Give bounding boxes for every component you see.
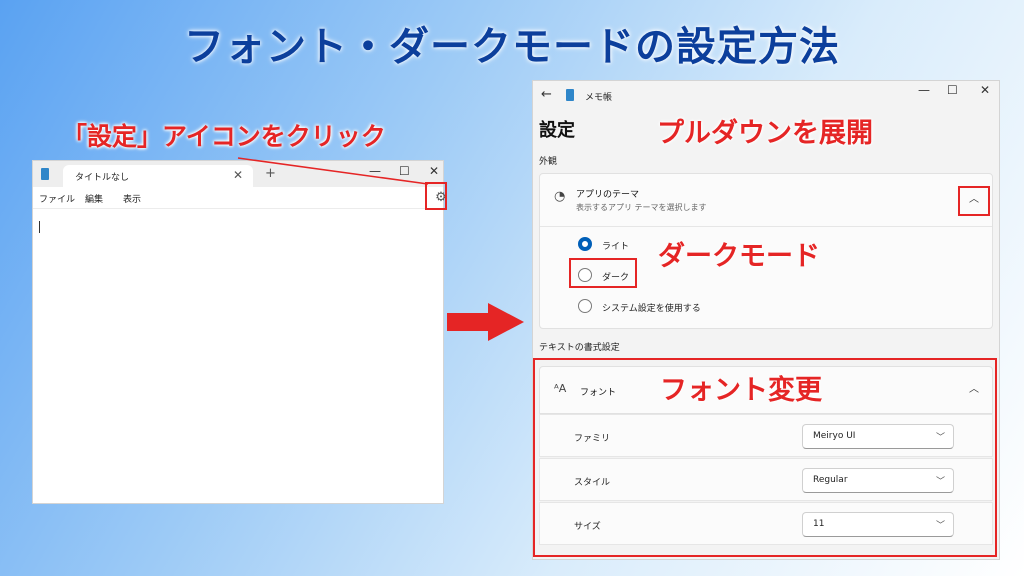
notepad-window: タイトルなし ✕ + — ☐ ✕ ファイル 編集 表示 ⚙ [32,160,447,504]
app-theme-title: アプリのテーマ [576,190,640,200]
notepad-titlebar: タイトルなし ✕ + — ☐ ✕ [33,161,443,187]
notepad-tab[interactable]: タイトルなし ✕ [63,165,253,187]
annotation-dark-mode: ダークモード [658,241,820,272]
radio-light[interactable] [578,237,592,251]
minimize-button[interactable]: — [369,164,381,178]
section-text-format: テキストの書式設定 [539,343,620,353]
palette-icon: ◔ [554,189,566,204]
arrow-right-body [447,313,489,331]
annotation-font-change: フォント変更 [660,375,822,406]
notepad-app-icon [566,89,574,101]
radio-light-label: ライト [602,242,630,252]
annotation-click-settings: 「設定」アイコンをクリック [62,122,386,151]
annotation-expand-dropdown: プルダウンを展開 [657,118,873,149]
notepad-app-icon [41,168,49,180]
tab-close-icon[interactable]: ✕ [233,168,243,182]
highlight-theme-chevron [958,186,990,216]
maximize-button[interactable]: ☐ [399,164,410,178]
back-icon[interactable]: ← [541,87,552,102]
settings-heading: 設定 [539,120,575,141]
menu-file[interactable]: ファイル [39,192,75,205]
radio-system[interactable] [578,299,592,313]
menu-view[interactable]: 表示 [123,192,141,205]
section-appearance: 外観 [539,157,558,167]
highlight-gear [425,182,447,210]
highlight-dark-option [569,258,637,288]
close-button[interactable]: ✕ [429,164,439,178]
maximize-button[interactable]: ☐ [947,83,958,97]
notepad-menubar: ファイル 編集 表示 [33,187,443,209]
settings-app-title: メモ帳 [585,93,613,103]
text-caret [39,221,40,233]
app-theme-subtitle: 表示するアプリ テーマを選択します [576,203,707,212]
page-title: フォント・ダークモードの設定方法 [184,24,840,70]
new-tab-icon[interactable]: + [265,166,276,181]
menu-edit[interactable]: 編集 [85,192,103,205]
minimize-button[interactable]: — [918,83,930,97]
notepad-tab-title: タイトルなし [75,173,130,183]
divider [540,226,992,227]
close-button[interactable]: ✕ [980,83,990,97]
arrow-right-icon [488,303,524,341]
radio-system-label: システム設定を使用する [602,304,701,314]
